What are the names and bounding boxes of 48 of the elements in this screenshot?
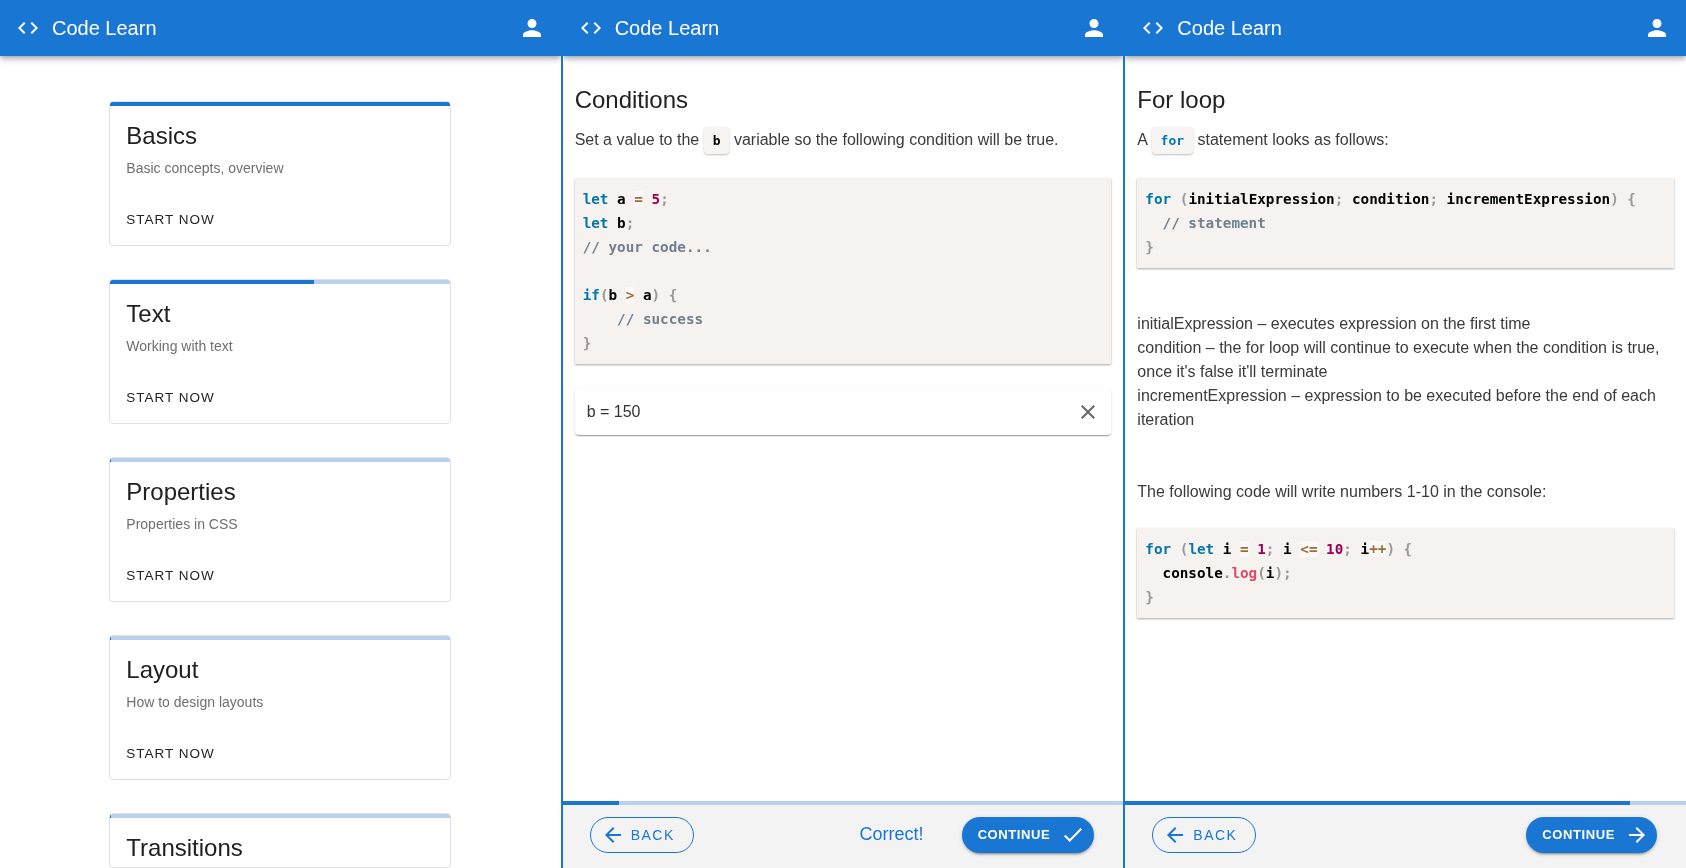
start-button[interactable]: START NOW xyxy=(118,201,223,237)
start-button[interactable]: START NOW xyxy=(118,735,223,771)
code-line: // success xyxy=(616,310,704,329)
code-line: let a = 5; xyxy=(582,190,669,209)
code-line: // statement xyxy=(1161,214,1266,233)
code-line: console.log(i); xyxy=(1161,564,1292,583)
arrow-left-icon xyxy=(1167,826,1184,843)
answer-field[interactable]: b = 150 xyxy=(586,396,1070,427)
definition-text: incrementExpression – expression to be executed before the end of each iteration xyxy=(1137,386,1657,430)
definition-text: initialExpression – executes expression on the first time xyxy=(1137,314,1532,334)
lesson-text: The following code will write numbers 1-10 in the console: xyxy=(1137,482,1548,502)
card-subtitle: Basic concepts, overview xyxy=(126,159,285,178)
card-title: Properties xyxy=(126,477,237,507)
arrow-left-icon xyxy=(604,826,621,843)
lesson-text: A for statement looks as follows: xyxy=(1137,127,1674,154)
continue-button[interactable]: CONTINUE xyxy=(961,816,1095,853)
card-subtitle: Working with text xyxy=(126,337,234,356)
app-title: Code Learn xyxy=(614,16,721,40)
code-line: } xyxy=(582,334,592,353)
card-subtitle: Properties in CSS xyxy=(126,515,239,534)
code-line: let b; xyxy=(582,214,635,233)
code-line: for (let i = 1; i <= 10; i++) { xyxy=(1145,540,1413,559)
user-icon[interactable] xyxy=(522,19,541,37)
continue-button[interactable]: CONTINUE xyxy=(1526,816,1657,853)
app-title: Code Learn xyxy=(52,16,158,40)
code-icon xyxy=(580,22,601,34)
code-line: // your code... xyxy=(582,238,712,257)
close-icon[interactable] xyxy=(1081,404,1096,419)
card-subtitle: How to design layouts xyxy=(126,693,265,712)
card-title: Transitions xyxy=(126,833,244,863)
card-title: Layout xyxy=(126,655,200,685)
lesson-text: Set a value to the b variable so the following condition will be true. xyxy=(574,127,1112,154)
user-icon[interactable] xyxy=(1085,19,1104,37)
code-line: if(b > a) { xyxy=(582,286,678,305)
start-button[interactable]: START NOW xyxy=(118,379,223,415)
card-title: Text xyxy=(126,299,172,329)
code-line: for (initialExpression; condition; incrementExpression) { xyxy=(1145,190,1636,209)
code-line: } xyxy=(1145,238,1154,257)
user-icon[interactable] xyxy=(1648,19,1666,37)
code-line: } xyxy=(1145,588,1154,607)
code-icon xyxy=(1143,22,1164,34)
status-text: Correct! xyxy=(859,824,924,845)
lesson-title: For loop xyxy=(1137,85,1227,115)
start-button[interactable]: START NOW xyxy=(118,557,223,593)
card-title: Basics xyxy=(126,121,198,151)
code-icon xyxy=(18,22,38,34)
lesson-title: Conditions xyxy=(574,85,690,115)
app-title: Code Learn xyxy=(1177,16,1283,40)
